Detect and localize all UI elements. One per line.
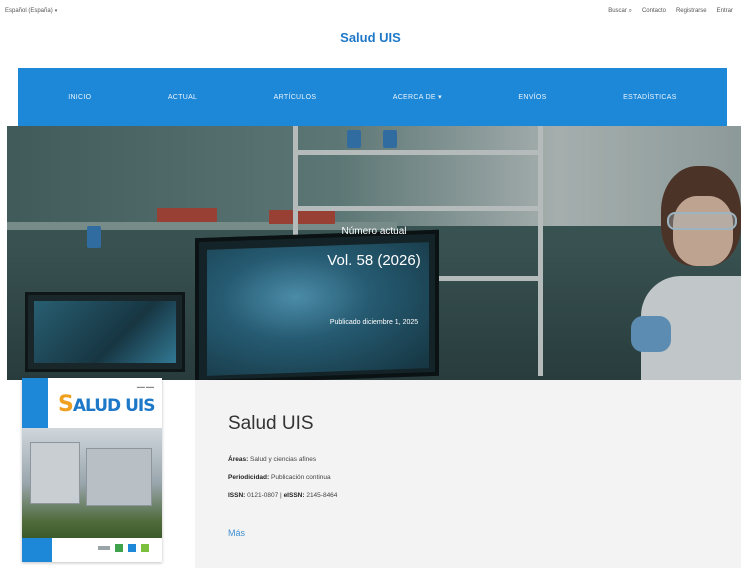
cover-logo: SALUD UIS: [58, 392, 155, 417]
search-icon: ⌕: [628, 8, 632, 14]
utility-links: Buscar ⌕ Contacto Registrarse Entrar: [608, 8, 733, 15]
partner-logo: [98, 546, 110, 550]
nav-item-envios[interactable]: ENVÍOS: [518, 94, 546, 101]
partner-logo: [141, 544, 149, 552]
register-link[interactable]: Registrarse: [676, 8, 707, 15]
nav-item-articulos[interactable]: ARTÍCULOS: [274, 94, 317, 101]
cover-building: [86, 448, 152, 506]
chevron-down-icon: ▾: [438, 94, 442, 101]
site-title[interactable]: Salud UIS: [0, 30, 741, 45]
partner-logo: [128, 544, 136, 552]
language-label: Español (España): [5, 8, 53, 14]
cover-blue-block: [22, 378, 48, 428]
more-link[interactable]: Más: [228, 528, 245, 538]
journal-title: Salud UIS: [228, 413, 314, 434]
current-issue-volume[interactable]: Vol. 58 (2026): [7, 252, 741, 269]
cover-building: [30, 442, 80, 504]
cover-issue-label: ▬▬ ▬▬: [136, 384, 154, 389]
journal-info-panel: Salud UIS Áreas: Salud y ciencias afines…: [195, 380, 741, 568]
nav-item-estadisticas[interactable]: ESTADÍSTICAS: [623, 94, 677, 101]
current-issue-date: Publicado diciembre 1, 2025: [329, 319, 419, 326]
hero-banner: Número actual Vol. 58 (2026) Publicado d…: [7, 126, 741, 380]
cover-blue-block: [22, 538, 52, 562]
chevron-down-icon: ▾: [54, 8, 58, 14]
nav-item-acerca-de[interactable]: ACERCA DE ▾: [393, 93, 442, 101]
journal-periodicity: Periodicidad: Publicación continua: [228, 474, 331, 481]
journal-cover[interactable]: ▬▬ ▬▬ SALUD UIS: [22, 378, 162, 562]
journal-areas: Áreas: Salud y ciencias afines: [228, 456, 317, 463]
cover-partner-logos: [98, 544, 149, 552]
login-link[interactable]: Entrar: [717, 8, 733, 15]
language-selector[interactable]: Español (España) ▾: [5, 8, 57, 14]
main-nav: INICIO ACTUAL ARTÍCULOS ACERCA DE ▾ ENVÍ…: [18, 68, 727, 126]
contact-link[interactable]: Contacto: [642, 8, 666, 15]
journal-issn: ISSN: 0121-0807 | eISSN: 2145-8464: [228, 492, 338, 499]
current-issue-kicker: Número actual: [341, 226, 407, 237]
nav-item-actual[interactable]: ACTUAL: [168, 94, 197, 101]
partner-logo: [115, 544, 123, 552]
nav-item-inicio[interactable]: INICIO: [68, 94, 91, 101]
top-utility-bar: Español (España) ▾ Buscar ⌕ Contacto Regi…: [0, 0, 741, 22]
search-link[interactable]: Buscar ⌕: [608, 8, 632, 15]
